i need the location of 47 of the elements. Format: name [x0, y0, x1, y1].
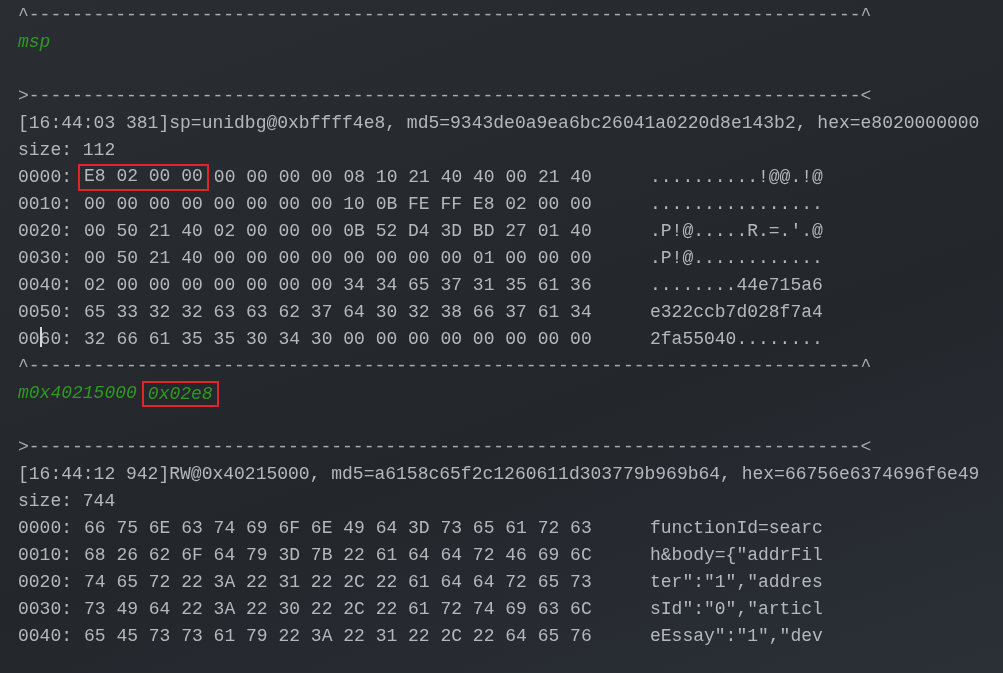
ascii-text: ter":"1","addres: [650, 571, 823, 594]
ascii-text: ..........!@@.!@: [650, 166, 823, 189]
hex-bytes: 66 75 6E 63 74 69 6F 6E 49 64 3D 73 65 61 72 63: [84, 517, 592, 540]
offset-text: 0000:: [18, 166, 73, 189]
output-text: m0x40215000: [18, 382, 137, 405]
ascii-text: functionId=searc: [650, 517, 823, 540]
offset-text: 0030:: [18, 247, 73, 270]
offset-text: 0040:: [18, 274, 73, 297]
hex-bytes: 00 00 00 00 00 00 00 00 10 0B FE FF E8 02 00 00: [84, 193, 592, 216]
ascii-text: h&body={"addrFil: [650, 544, 823, 567]
ascii-text: ................: [650, 193, 823, 216]
offset-text: 0010:: [18, 544, 73, 567]
hex-bytes: 00 00 00 00 08 10 21 40 40 00 21 40: [213, 166, 592, 189]
offset-text: 0030:: [18, 598, 73, 621]
offset-text: 0050:: [18, 301, 73, 324]
hex-bytes: 02 00 00 00 00 00 00 00 34 34 65 37 31 35 61 36: [84, 274, 592, 297]
ascii-text: .P!@............: [650, 247, 823, 270]
separator-line: ^-----------------------------------------------------------------------------^: [18, 4, 872, 27]
offset-text: 0010:: [18, 193, 73, 216]
ascii-text: sId":"0","articl: [650, 598, 823, 621]
log-line: [16:44:12 942]RW@0x40215000, md5=a6158c65f2c1260611d303779b969b64, hex=66756e6374696f6e49: [18, 463, 980, 486]
hex-bytes: 65 45 73 73 61 79 22 3A 22 31 22 2C 22 64 65 76: [84, 625, 592, 648]
hex-bytes: 00 50 21 40 00 00 00 00 00 00 00 00 01 00 00 00: [84, 247, 592, 270]
ascii-text: eEssay":"1","dev: [650, 625, 823, 648]
output-text: 0x02e8: [141, 380, 219, 407]
offset-text: 0020:: [18, 571, 73, 594]
output-text: msp: [18, 31, 51, 54]
separator-line: >-----------------------------------------------------------------------------<: [18, 85, 872, 108]
separator-line: >-----------------------------------------------------------------------------<: [18, 436, 872, 459]
offset-text: 0020:: [18, 220, 73, 243]
hex-bytes: 74 65 72 22 3A 22 31 22 2C 22 61 64 64 72 65 73: [84, 571, 592, 594]
ascii-text: e322ccb7d028f7a4: [650, 301, 823, 324]
log-line: size: 744: [18, 490, 116, 513]
hex-bytes: 68 26 62 6F 64 79 3D 7B 22 61 64 64 72 46 69 6C: [84, 544, 592, 567]
hex-bytes: E8 02 00 00: [78, 164, 209, 191]
ascii-text: ........44e715a6: [650, 274, 823, 297]
ascii-text: .P!@.....R.=.'.@: [650, 220, 823, 243]
hex-bytes: 65 33 32 32 63 63 62 37 64 30 32 38 66 37 61 34: [84, 301, 592, 324]
log-line: [16:44:03 381]sp=unidbg@0xbffff4e8, md5=9343de0a9ea6bc26041a0220d8e143b2, hex=e8020000000: [18, 112, 980, 135]
log-line: size: 112: [18, 139, 116, 162]
separator-line: ^-----------------------------------------------------------------------------^: [18, 355, 872, 378]
hex-bytes: 32 66 61 35 35 30 34 30 00 00 00 00 00 00 00 00: [84, 328, 592, 351]
offset-text: 0040:: [18, 625, 73, 648]
ascii-text: 2fa55040........: [650, 328, 823, 351]
hex-bytes: 73 49 64 22 3A 22 30 22 2C 22 61 72 74 69 63 6C: [84, 598, 592, 621]
offset-text: 0000:: [18, 517, 73, 540]
hex-bytes: 00 50 21 40 02 00 00 00 0B 52 D4 3D BD 27 01 40: [84, 220, 592, 243]
